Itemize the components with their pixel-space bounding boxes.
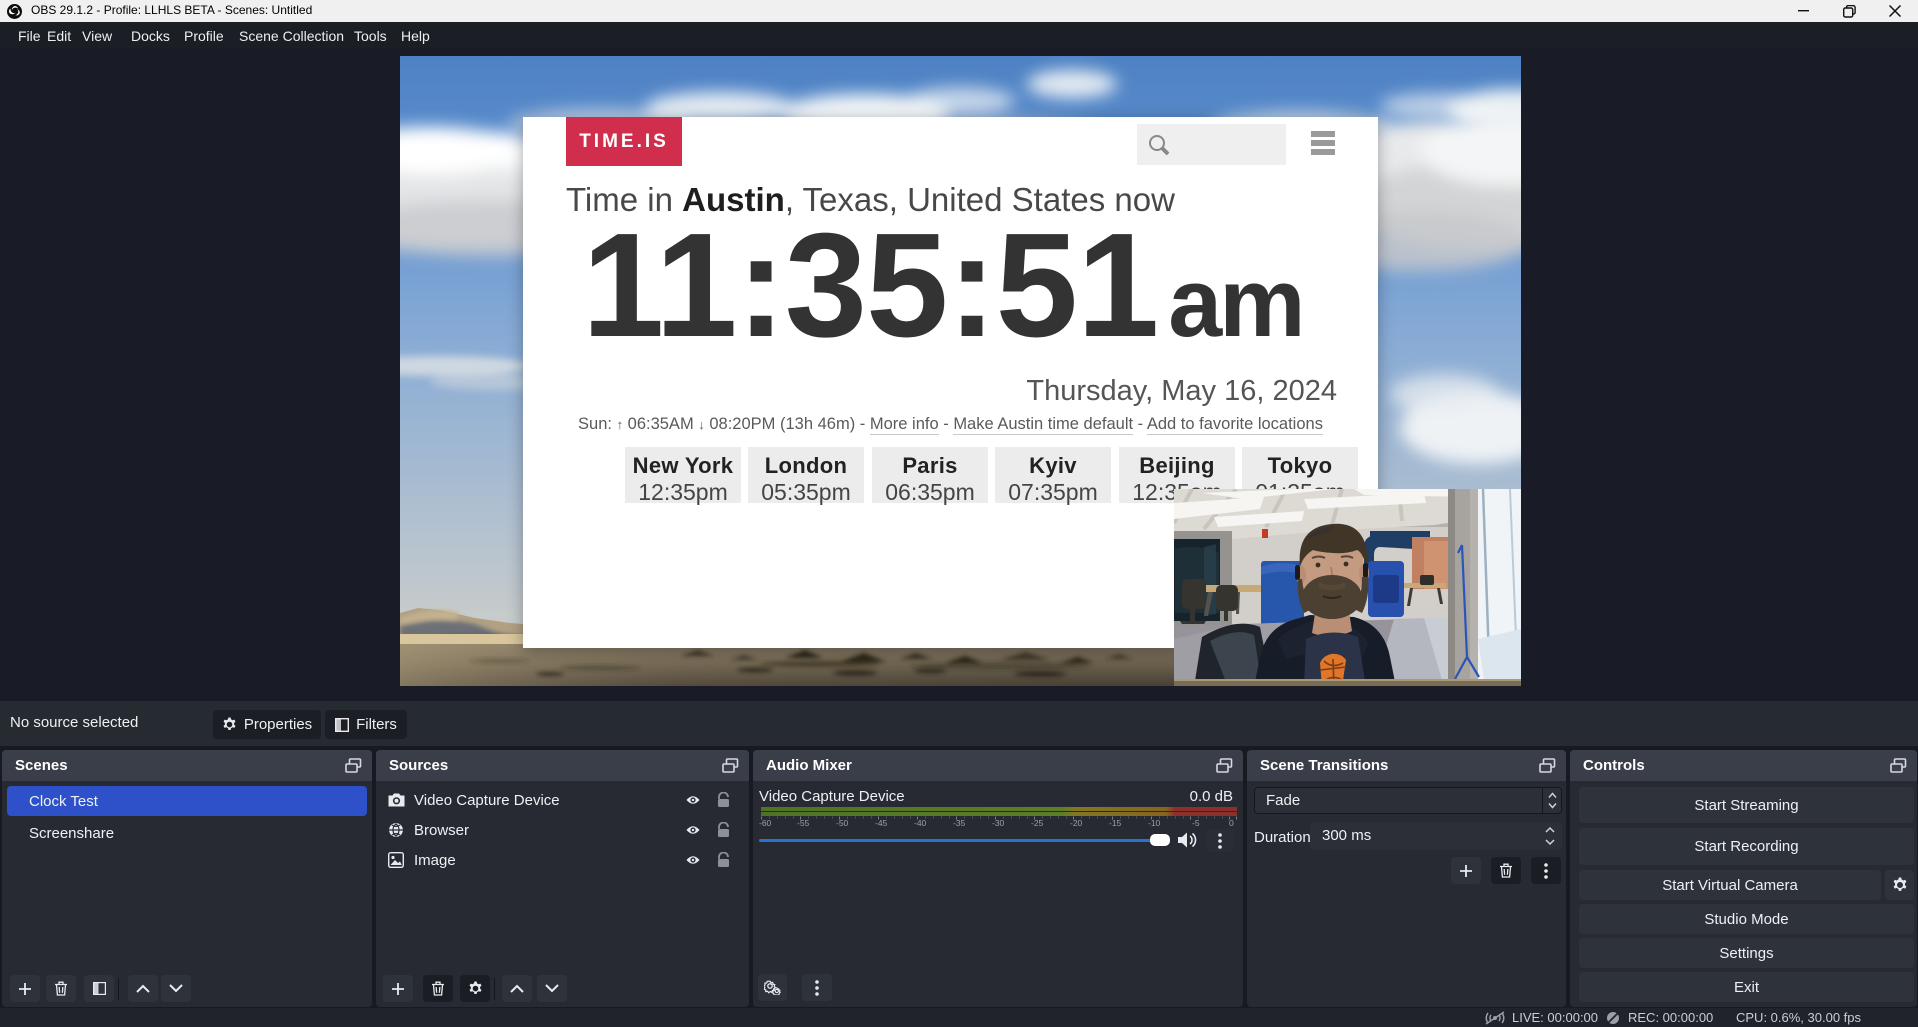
svg-text:-35: -35 — [953, 818, 966, 828]
svg-text:-15: -15 — [1109, 818, 1122, 828]
svg-text:-30: -30 — [992, 818, 1005, 828]
svg-text:-5: -5 — [1192, 818, 1200, 828]
svg-text:-60: -60 — [759, 818, 772, 828]
svg-text:-10: -10 — [1148, 818, 1161, 828]
svg-text:0: 0 — [1229, 818, 1234, 828]
svg-text:-25: -25 — [1031, 818, 1044, 828]
svg-text:-40: -40 — [914, 818, 927, 828]
svg-text:-20: -20 — [1070, 818, 1083, 828]
svg-text:-55: -55 — [797, 818, 810, 828]
svg-text:-45: -45 — [875, 818, 888, 828]
svg-text:-50: -50 — [836, 818, 849, 828]
